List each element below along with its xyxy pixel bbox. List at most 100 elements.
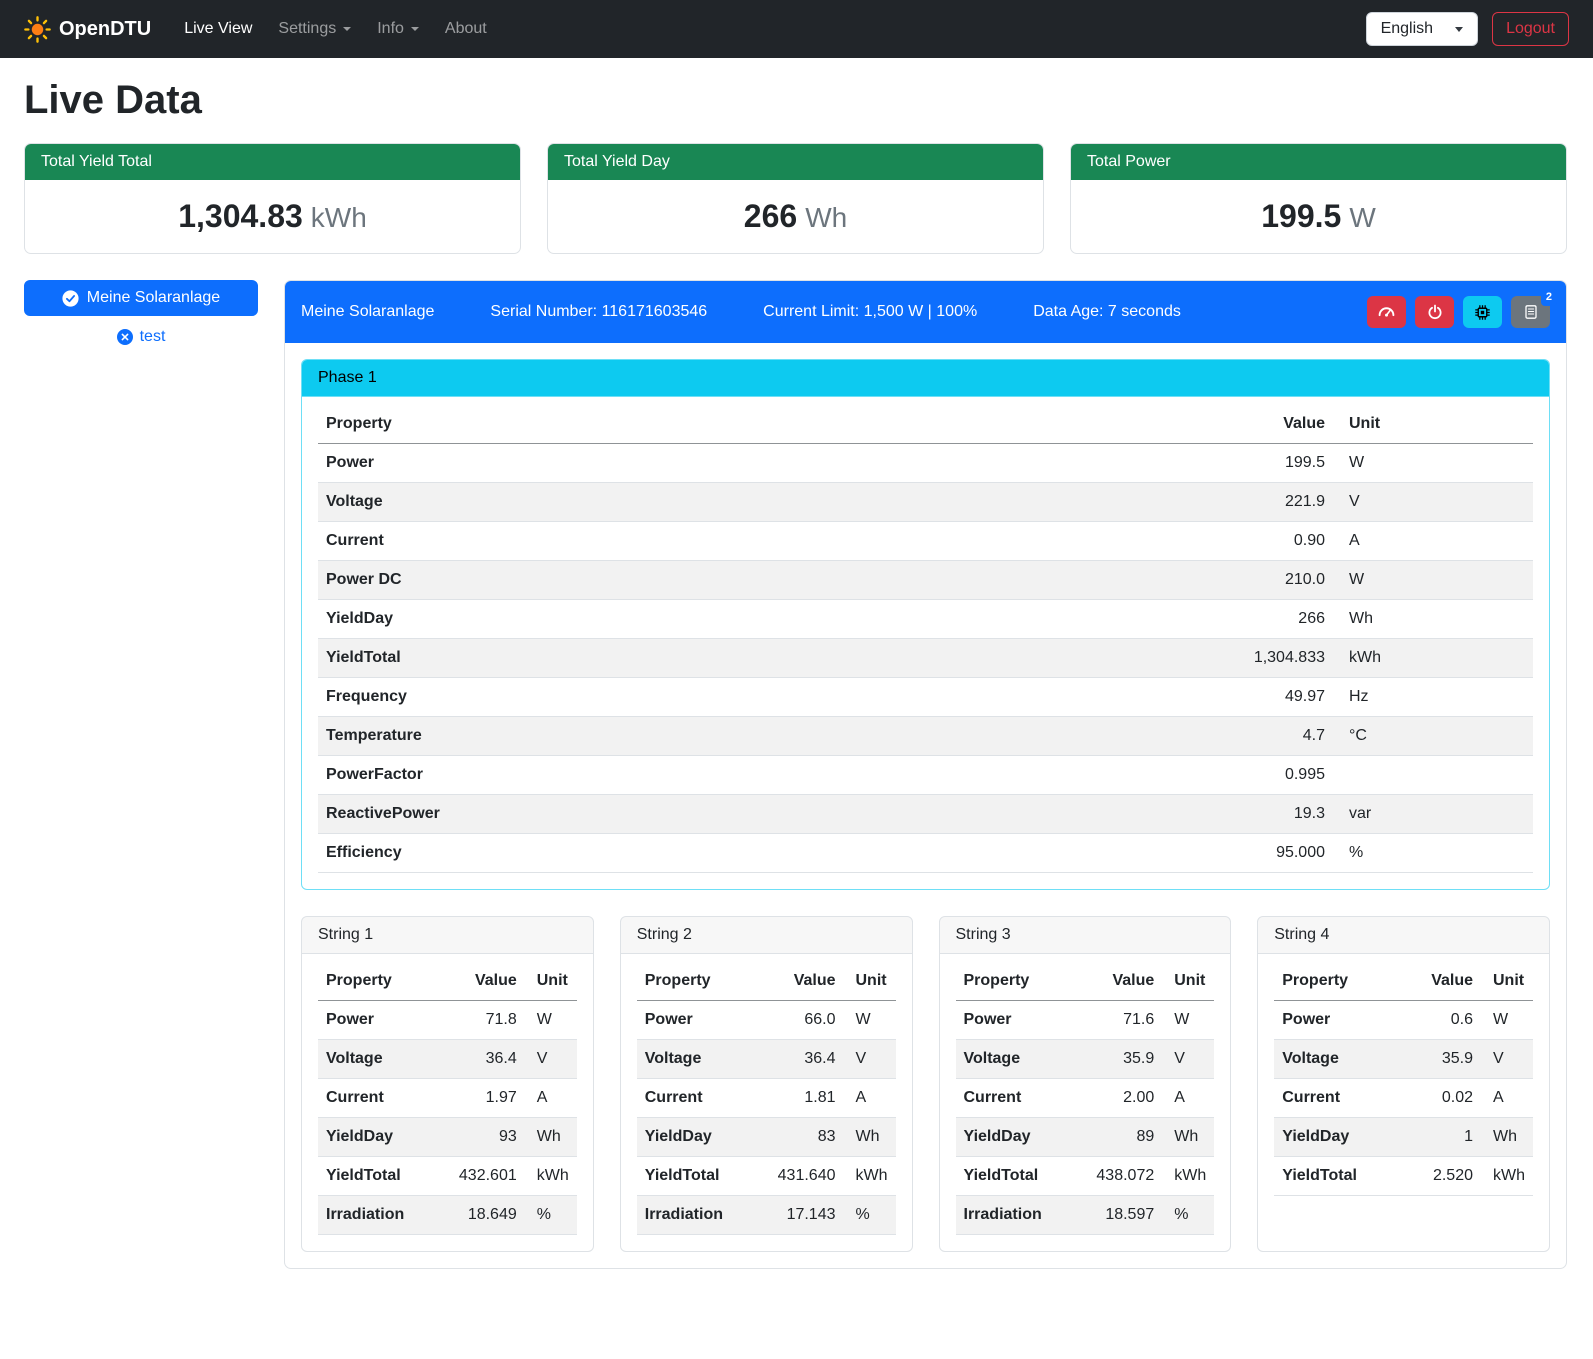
property-label: YieldDay	[1274, 1118, 1411, 1157]
property-unit: %	[525, 1196, 577, 1235]
string-table-body: Power 71.8 W Voltage 36.4 V	[318, 1001, 577, 1235]
property-value: 83	[770, 1118, 844, 1157]
inverter-actions: 2	[1367, 296, 1550, 328]
property-value: 1.81	[770, 1079, 844, 1118]
table-header: Property Value Unit	[956, 962, 1215, 1001]
property-label: Power	[318, 444, 1183, 483]
property-value: 95.000	[1183, 834, 1333, 873]
property-label: YieldTotal	[318, 1157, 451, 1196]
property-value: 0.02	[1411, 1079, 1481, 1118]
table-row: Current 1.97 A	[318, 1079, 577, 1118]
property-unit: var	[1333, 795, 1533, 834]
nav-item-label: Info	[377, 20, 404, 38]
property-unit: V	[1162, 1040, 1214, 1079]
string-4-card: String 4 Property Value Unit	[1257, 916, 1550, 1252]
strings-row: String 1 Property Value Unit	[301, 916, 1550, 1252]
property-label: Temperature	[318, 717, 1183, 756]
string-1-title: String 1	[302, 917, 593, 954]
property-unit: Wh	[1333, 600, 1533, 639]
header-unit: Unit	[1333, 405, 1533, 444]
table-row: Voltage 221.9 V	[318, 483, 1533, 522]
summary-card-value: 1,304.83	[178, 198, 303, 234]
nav-item-about[interactable]: About	[432, 12, 500, 46]
property-unit: kWh	[1162, 1157, 1214, 1196]
nav-item-live-view[interactable]: Live View	[171, 12, 265, 46]
table-row: Temperature 4.7 °C	[318, 717, 1533, 756]
property-unit: Wh	[1162, 1118, 1214, 1157]
phase-1-table: Property Value Unit Power	[318, 405, 1533, 873]
property-label: Frequency	[318, 678, 1183, 717]
table-row: Voltage 36.4 V	[318, 1040, 577, 1079]
table-row: YieldTotal 431.640 kWh	[637, 1157, 896, 1196]
property-unit: %	[1162, 1196, 1214, 1235]
property-label: Current	[637, 1079, 770, 1118]
inverter-select-label: Meine Solaranlage	[87, 289, 220, 307]
event-log-button[interactable]: 2	[1511, 296, 1550, 328]
property-value: 0.90	[1183, 522, 1333, 561]
brand-label: OpenDTU	[59, 18, 151, 41]
property-value: 19.3	[1183, 795, 1333, 834]
string-3-card: String 3 Property Value Unit	[939, 916, 1232, 1252]
nav-item-info[interactable]: Info	[364, 12, 432, 46]
string-1-card: String 1 Property Value Unit	[301, 916, 594, 1252]
string-3-body: Property Value Unit Power	[940, 954, 1231, 1251]
property-label: YieldTotal	[956, 1157, 1089, 1196]
device-info-button[interactable]	[1463, 296, 1502, 328]
property-value: 2.00	[1088, 1079, 1162, 1118]
inverter-select-button[interactable]: Meine Solaranlage	[24, 280, 258, 316]
table-row: Irradiation 18.597 %	[956, 1196, 1215, 1235]
property-unit: A	[844, 1079, 896, 1118]
property-unit: Wh	[1481, 1118, 1533, 1157]
string-1-body: Property Value Unit Power	[302, 954, 593, 1251]
inverter-data-age: Data Age: 7 seconds	[1033, 303, 1181, 321]
nav-item-settings[interactable]: Settings	[265, 12, 364, 46]
brand[interactable]: OpenDTU	[24, 16, 151, 43]
table-row: ReactivePower 19.3 var	[318, 795, 1533, 834]
summary-card-unit: Wh	[805, 202, 847, 233]
property-value: 18.649	[451, 1196, 525, 1235]
phase-1-panel: Phase 1 Property Value Unit	[301, 359, 1550, 890]
property-label: Irradiation	[637, 1196, 770, 1235]
property-unit: °C	[1333, 717, 1533, 756]
property-unit: W	[844, 1001, 896, 1040]
summary-card-title: Total Yield Day	[548, 144, 1043, 180]
content-row: Meine Solaranlage test Meine Solaranlage…	[24, 280, 1567, 1269]
summary-card-unit: W	[1349, 202, 1375, 233]
inverter-card: Meine Solaranlage Serial Number: 1161716…	[284, 280, 1567, 1269]
limit-settings-button[interactable]	[1367, 296, 1406, 328]
table-row: YieldDay 83 Wh	[637, 1118, 896, 1157]
navbar-right: English Logout	[1366, 12, 1569, 46]
header-unit: Unit	[1481, 962, 1533, 1001]
property-value: 2.520	[1411, 1157, 1481, 1196]
table-header: Property Value Unit	[318, 405, 1533, 444]
table-row: YieldDay 89 Wh	[956, 1118, 1215, 1157]
inverter-limit: Current Limit: 1,500 W | 100%	[763, 303, 977, 321]
property-unit: W	[1333, 444, 1533, 483]
property-label: Current	[318, 522, 1183, 561]
summary-card-value: 266	[744, 198, 797, 234]
property-value: 36.4	[451, 1040, 525, 1079]
header-property: Property	[637, 962, 770, 1001]
page-title: Live Data	[24, 78, 1567, 123]
table-row: YieldDay 1 Wh	[1274, 1118, 1533, 1157]
header-unit: Unit	[1162, 962, 1214, 1001]
power-button[interactable]	[1415, 296, 1454, 328]
property-label: Voltage	[318, 1040, 451, 1079]
property-unit: A	[1481, 1079, 1533, 1118]
property-label: YieldDay	[318, 600, 1183, 639]
property-value: 36.4	[770, 1040, 844, 1079]
header-value: Value	[1088, 962, 1162, 1001]
property-label: YieldTotal	[637, 1157, 770, 1196]
property-value: 71.6	[1088, 1001, 1162, 1040]
test-inverter-link[interactable]: test	[24, 328, 258, 346]
language-select[interactable]: English	[1366, 12, 1478, 46]
sun-logo-icon	[24, 16, 51, 43]
phase-1-body: Property Value Unit Power	[302, 397, 1549, 889]
property-value: 1	[1411, 1118, 1481, 1157]
logout-button[interactable]: Logout	[1492, 12, 1569, 46]
property-value: 431.640	[770, 1157, 844, 1196]
string-4-table: Property Value Unit Power	[1274, 962, 1533, 1196]
property-unit: kWh	[1481, 1157, 1533, 1196]
property-unit: W	[1481, 1001, 1533, 1040]
property-label: Current	[956, 1079, 1089, 1118]
